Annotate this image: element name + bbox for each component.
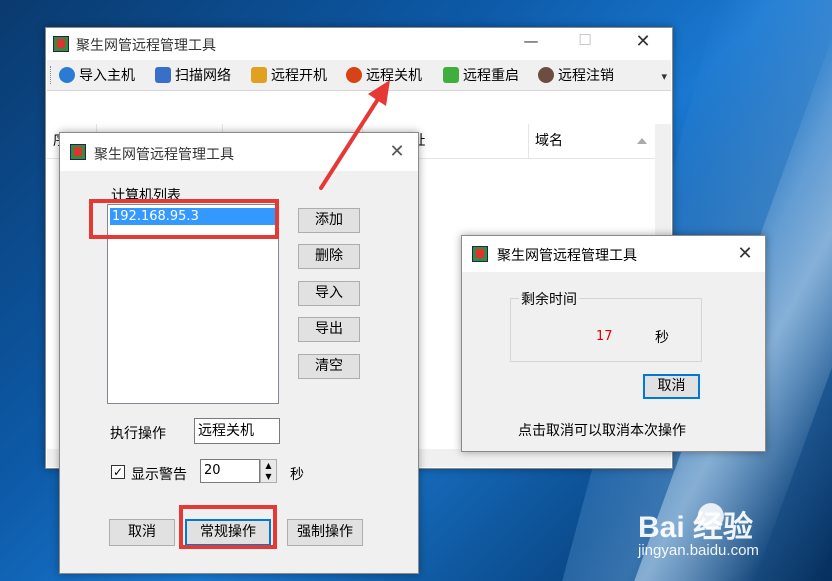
maximize-button[interactable]: ☐ [570, 31, 600, 49]
power-on-icon [251, 67, 267, 83]
shutdown-dialog: 聚生网管远程管理工具 ✕ 计算机列表 192.168.95.3 添加 删除 导入… [59, 132, 419, 574]
watermark-brand: Bai 经验 [638, 511, 754, 544]
toolbar-remote-logoff[interactable]: 远程注销 [538, 65, 614, 85]
toolbar-label: 远程关机 [366, 68, 422, 84]
seconds-unit-label: 秒 [290, 467, 304, 483]
warning-seconds-input[interactable]: 20 [200, 459, 260, 483]
countdown-cancel-button[interactable]: 取消 [643, 374, 700, 399]
toolbar-label: 远程重启 [463, 68, 519, 84]
main-toolbar: 导入主机 扫描网络 远程开机 远程关机 远程重启 远程注销 ▾ [47, 60, 671, 91]
logoff-user-icon [538, 67, 554, 83]
main-titlebar[interactable]: 聚生网管远程管理工具 — ☐ ✕ [46, 28, 672, 58]
computer-listbox[interactable]: 192.168.95.3 [107, 204, 279, 404]
close-button[interactable]: ✕ [628, 31, 658, 52]
restart-icon [443, 67, 459, 83]
show-warning-label[interactable]: 显示警告 [131, 464, 187, 484]
globe-icon [59, 67, 75, 83]
force-operation-button[interactable]: 强制操作 [287, 519, 363, 546]
toolbar-label: 远程注销 [558, 68, 614, 84]
close-button[interactable]: ✕ [384, 141, 410, 162]
clear-button[interactable]: 清空 [298, 354, 360, 379]
power-off-icon [346, 67, 362, 83]
countdown-hint: 点击取消可以取消本次操作 [518, 423, 686, 439]
baidu-jingyan-watermark: ● Bai 经验 jingyan.baidu.com [628, 490, 828, 580]
toolbar-label: 导入主机 [79, 68, 135, 84]
app-icon [53, 36, 69, 52]
toolbar-import-hosts[interactable]: 导入主机 [59, 65, 135, 85]
normal-operation-button[interactable]: 常规操作 [185, 519, 271, 546]
add-button[interactable]: 添加 [298, 208, 360, 233]
countdown-dialog-titlebar[interactable]: 聚生网管远程管理工具 ✕ [462, 236, 765, 272]
toolbar-remote-restart[interactable]: 远程重启 [443, 65, 519, 85]
shutdown-dialog-title: 聚生网管远程管理工具 [94, 147, 234, 163]
app-icon [472, 246, 488, 262]
network-scan-icon [155, 67, 171, 83]
minimize-button[interactable]: — [516, 32, 546, 50]
delete-button[interactable]: 删除 [298, 244, 360, 269]
toolbar-remote-shutdown[interactable]: 远程关机 [346, 65, 422, 85]
export-button[interactable]: 导出 [298, 317, 360, 342]
countdown-dialog: 聚生网管远程管理工具 ✕ 剩余时间 17 秒 取消 点击取消可以取消本次操作 [461, 235, 766, 452]
close-button[interactable]: ✕ [732, 243, 758, 264]
remaining-time-unit: 秒 [655, 330, 669, 346]
toolbar-label: 扫描网络 [175, 68, 231, 84]
toolbar-label: 远程开机 [271, 68, 327, 84]
cancel-button[interactable]: 取消 [109, 519, 175, 546]
main-window-title: 聚生网管远程管理工具 [76, 38, 216, 54]
toolbar-overflow-icon[interactable]: ▾ [661, 70, 667, 83]
operation-field[interactable]: 远程关机 [194, 418, 280, 444]
toolbar-scan-network[interactable]: 扫描网络 [155, 65, 231, 85]
remaining-time-value: 17 [596, 329, 613, 344]
computer-list-item[interactable]: 192.168.95.3 [110, 208, 276, 225]
countdown-dialog-title: 聚生网管远程管理工具 [497, 248, 637, 264]
operation-label: 执行操作 [110, 426, 166, 442]
remaining-time-label: 剩余时间 [519, 289, 579, 309]
import-button[interactable]: 导入 [298, 281, 360, 306]
sort-ascending-icon [637, 138, 647, 144]
watermark-url: jingyan.baidu.com [638, 542, 759, 559]
toolbar-grip[interactable] [50, 66, 54, 84]
computer-list-label: 计算机列表 [111, 188, 181, 204]
shutdown-dialog-titlebar[interactable]: 聚生网管远程管理工具 ✕ [60, 133, 418, 171]
app-icon [70, 144, 86, 160]
show-warning-checkbox[interactable]: ✓ [111, 465, 125, 479]
toolbar-remote-poweron[interactable]: 远程开机 [251, 65, 327, 85]
warning-seconds-spinner[interactable]: ▲ ▼ [260, 459, 277, 483]
